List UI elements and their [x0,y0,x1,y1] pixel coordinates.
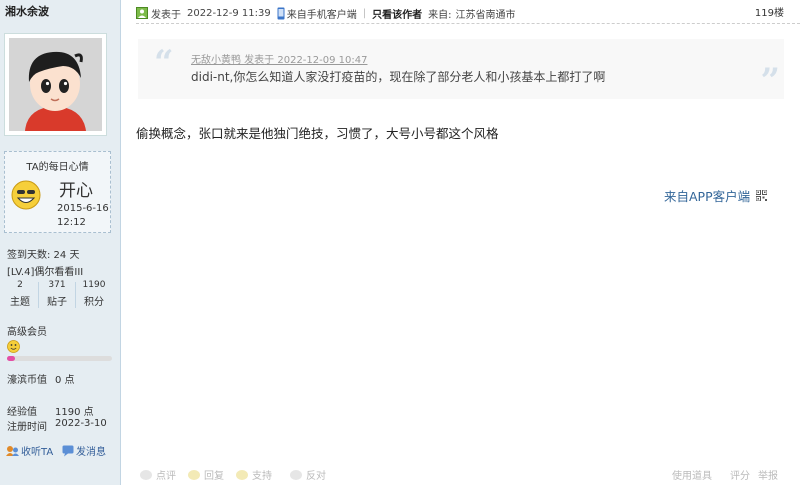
online-status-icon [136,7,148,19]
report-button[interactable]: 举报 [758,467,778,482]
exp-row: 经验值 1190 点 [7,403,94,418]
smiley-icon [7,340,20,353]
mood-date: 2015-6-16 [57,203,109,214]
stat-points-value: 1190 [82,280,106,290]
coins-row: 濠滨币值 0 点 [7,371,75,386]
reply-button[interactable]: 回复 [188,467,224,482]
close-quote-icon: ” [760,61,780,101]
send-message-button[interactable]: 发消息 [62,443,106,458]
qr-code-icon [756,190,768,201]
posted-label: 发表于 [151,9,181,21]
username[interactable]: 湘水余波 [5,3,49,19]
rate-label: 评分 [730,471,750,482]
support-button[interactable]: 支持 [236,467,272,482]
rate-button[interactable]: 评分 [730,467,750,482]
user-stats: 2 主题 371 贴子 1190 积分 [2,280,112,310]
report-label: 举报 [758,471,778,482]
stat-points[interactable]: 1190 积分 [76,280,112,308]
user-sidebar: 湘水余波 TA的每日心情 开心 2015-6-16 12:12 签到天数: 24… [0,0,121,485]
header-divider [136,23,800,24]
exp-value: 1190 点 [55,407,94,418]
post-info-bar: 发表于 2022-12-9 11:39 来自手机客户端 | 只看该作者 来自: … [136,4,800,22]
thumbs-up-icon [236,469,248,480]
mood-time: 12:12 [57,217,86,228]
follow-label: 收听TA [21,447,54,458]
mood-title: TA的每日心情 [26,162,89,173]
coins-label: 濠滨币值 [7,375,47,386]
stat-posts-label: 贴子 [47,297,67,308]
thumbs-down-icon [290,469,302,480]
use-tools-label: 使用道具 [672,471,712,482]
comment-icon [140,469,152,480]
only-author-link[interactable]: 只看该作者 [372,6,422,21]
divider: | [362,7,367,19]
stat-threads[interactable]: 2 主题 [2,280,38,308]
message-icon [62,445,74,456]
floor-number[interactable]: 119楼 [755,4,784,19]
member-group[interactable]: 高级会员 [7,323,47,338]
avatar[interactable] [4,33,107,136]
stat-threads-label: 主题 [10,297,30,308]
stat-threads-value: 2 [17,280,23,290]
post-content: 偷换概念，张口就来是他独门绝技，习惯了，大号小号都这个风格 [136,126,499,141]
oppose-button[interactable]: 反对 [290,467,326,482]
register-value: 2022-3-10 [55,418,107,429]
follow-button[interactable]: 收听TA [6,443,53,458]
exp-label: 经验值 [7,407,37,418]
reply-icon [188,469,200,480]
quote-block: “ 无敌小黄鸭 发表于 2022-12-09 10:47 didi-nt,你怎么… [138,39,784,101]
location: 江苏省南通市 [455,9,516,21]
register-row: 注册时间 2022-3-10 [7,418,107,433]
daily-mood-box: TA的每日心情 开心 2015-6-16 12:12 [4,151,111,233]
stat-posts[interactable]: 371 贴子 [39,280,75,308]
coins-value: 0 点 [55,375,75,386]
from-label: 来自: [428,9,452,21]
register-label: 注册时间 [7,422,47,433]
level-progress-bar [7,356,112,361]
comment-label: 点评 [156,471,176,482]
client-link[interactable]: 来自手机客户端 [287,6,357,21]
level-progress-fill [7,356,16,361]
post-main: 发表于 2022-12-9 11:39 来自手机客户端 | 只看该作者 来自: … [122,0,800,485]
post-action-bar: 点评 回复 支持 反对 使用道具 评分 举报 [136,467,800,485]
app-client-link[interactable]: 来自APP客户端 [664,186,768,205]
happy-face-icon [11,180,41,210]
comment-button[interactable]: 点评 [140,467,176,482]
reply-label: 回复 [204,471,224,482]
stat-posts-value: 371 [48,280,66,290]
posted-time: 2022-12-9 11:39 [187,7,271,19]
follow-icon [6,445,19,456]
support-label: 支持 [252,471,272,482]
open-quote-icon: “ [154,43,174,83]
message-label: 发消息 [76,447,106,458]
quote-header[interactable]: 无敌小黄鸭 发表于 2022-12-09 10:47 [191,51,367,66]
quote-text: didi-nt,你怎么知道人家没打疫苗的，现在除了部分老人和小孩基本上都打了啊 [191,70,606,84]
app-client-label: 来自APP客户端 [664,189,751,204]
mood-text: 开心 [59,181,93,201]
oppose-label: 反对 [306,471,326,482]
avatar-image [9,38,102,131]
mobile-phone-icon [277,7,285,19]
use-tools-button[interactable]: 使用道具 [672,467,712,482]
sign-days: 签到天数: 24 天 [7,250,80,261]
user-level[interactable]: [LV.4]偶尔看看III [7,263,83,278]
stat-points-label: 积分 [84,297,104,308]
